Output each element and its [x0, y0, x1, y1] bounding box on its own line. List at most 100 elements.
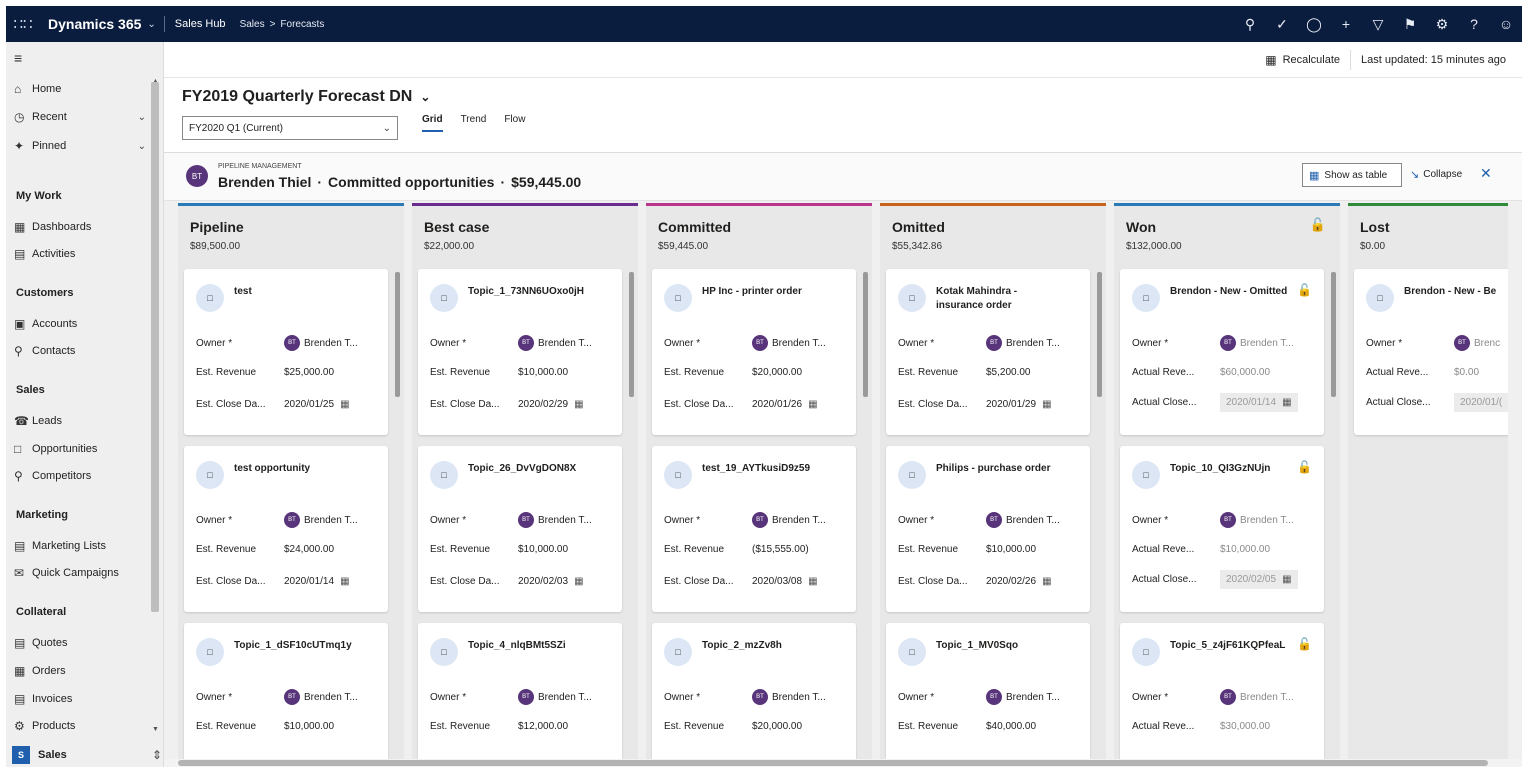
owner-lookup[interactable]: BT Brenden T... [752, 335, 826, 351]
chevron-down-icon[interactable]: ⌄ [138, 141, 146, 152]
owner-lookup[interactable]: BT Brenden T... [752, 512, 826, 528]
nav-item-recent[interactable]: ◷ Recent ⌄ [14, 110, 146, 124]
owner-lookup[interactable]: BT Brenden T... [1220, 512, 1294, 528]
owner-lookup[interactable]: BT Brenden T... [1220, 335, 1294, 351]
opportunity-card[interactable]: □ Topic_26_DvVgDON8X Owner * BT Brenden T...… [418, 446, 622, 612]
opportunity-card[interactable]: □ Topic_1_73NN6UOxo0jH Owner * BT Brenden T.… [418, 269, 622, 435]
card-title[interactable]: Philips - purchase order [936, 462, 1056, 476]
hamburger-menu-icon[interactable]: ≡ [14, 50, 22, 66]
revenue-field[interactable]: ($15,555.00) [752, 544, 809, 555]
card-title[interactable]: Topic_26_DvVgDON8X [468, 462, 588, 476]
opportunity-card[interactable]: □ Brendon - New - Omitted 🔓 Owner * BT Brende… [1120, 269, 1324, 435]
owner-lookup[interactable]: BT Brenden T... [284, 512, 358, 528]
tab-grid[interactable]: Grid [422, 114, 443, 132]
close-date-field[interactable]: 2020/03/08 ▦ [752, 576, 818, 587]
card-title[interactable]: test_19_AYTkusiD9z59 [702, 462, 822, 476]
calculator-icon[interactable]: ▦ [1265, 53, 1276, 67]
close-date-field[interactable]: 2020/02/29 ▦ [518, 399, 584, 410]
opportunity-card[interactable]: □ Topic_2_mzZv8h Owner * BT Brenden T... Est.… [652, 623, 856, 767]
card-title[interactable]: Topic_1_MV0Sqo [936, 639, 1056, 653]
revenue-field[interactable]: $20,000.00 [752, 721, 802, 732]
plus-icon[interactable]: + [1330, 16, 1362, 33]
calendar-icon[interactable]: ▦ [1042, 399, 1051, 410]
opportunity-card[interactable]: □ test opportunity Owner * BT Brenden T... Es… [184, 446, 388, 612]
revenue-field[interactable]: $5,200.00 [986, 367, 1031, 378]
nav-item-leads[interactable]: ☎ Leads [14, 414, 146, 428]
chevron-down-icon[interactable]: ⌄ [420, 90, 430, 104]
column-scrollbar[interactable] [629, 272, 634, 397]
opportunity-card[interactable]: □ HP Inc - printer order Owner * BT Brenden … [652, 269, 856, 435]
nav-item-activities[interactable]: ▤ Activities [14, 247, 146, 261]
nav-item-pinned[interactable]: ✦ Pinned ⌄ [14, 139, 146, 153]
calendar-icon[interactable]: ▦ [574, 576, 583, 587]
opportunity-card[interactable]: □ test Owner * BT Brenden T... Est. Revenue $2… [184, 269, 388, 435]
chevron-down-icon[interactable]: ⌄ [147, 19, 155, 30]
close-date-field[interactable]: 2020/02/03 ▦ [518, 576, 584, 587]
close-date-field[interactable]: 2020/01/14 ▦ [284, 576, 350, 587]
calendar-icon[interactable]: ▦ [808, 576, 817, 587]
nav-item-dashboards[interactable]: ▦ Dashboards [14, 220, 146, 234]
revenue-field[interactable]: $10,000.00 [986, 544, 1036, 555]
card-title[interactable]: Topic_2_mzZv8h [702, 639, 822, 653]
close-date-field[interactable]: 2020/01/26 ▦ [752, 399, 818, 410]
calendar-icon[interactable]: ▦ [574, 399, 583, 410]
horizontal-scrollbar[interactable] [164, 759, 1522, 767]
calendar-icon[interactable]: ▦ [340, 399, 349, 410]
nav-item-invoices[interactable]: ▤ Invoices [14, 692, 146, 706]
collapse-button[interactable]: ↘ Collapse [1410, 168, 1462, 181]
nav-item-competitors[interactable]: ⚲ Competitors [14, 469, 146, 483]
opportunity-card[interactable]: □ test_19_AYTkusiD9z59 Owner * BT Brenden T.… [652, 446, 856, 612]
nav-item-products[interactable]: ⚙ Products [14, 719, 146, 733]
revenue-field[interactable]: $24,000.00 [284, 544, 334, 555]
opportunity-card[interactable]: □ Topic_1_dSF10cUTmq1y Owner * BT Brenden T.… [184, 623, 388, 767]
calendar-icon[interactable]: ▦ [808, 399, 817, 410]
card-title[interactable]: Kotak Mahindra - insurance order [936, 285, 1056, 313]
lightbulb-icon[interactable]: ◯ [1298, 16, 1330, 33]
column-scrollbar[interactable] [863, 272, 868, 397]
nav-item-quotes[interactable]: ▤ Quotes [14, 636, 146, 650]
search-icon[interactable]: ⚲ [1234, 16, 1266, 33]
column-scrollbar[interactable] [395, 272, 400, 397]
close-icon[interactable]: ✕ [1480, 165, 1492, 182]
scroll-down-icon[interactable]: ▼ [152, 726, 159, 733]
revenue-field[interactable]: $12,000.00 [518, 721, 568, 732]
user-icon[interactable]: ☺ [1490, 16, 1522, 33]
nav-item-home[interactable]: ⌂ Home [14, 82, 146, 96]
card-title[interactable]: Topic_10_QI3GzNUjn [1170, 462, 1290, 476]
tab-flow[interactable]: Flow [504, 114, 525, 132]
column-scrollbar[interactable] [1331, 272, 1336, 397]
scrollbar-thumb[interactable] [178, 760, 1488, 766]
task-icon[interactable]: ✓ [1266, 16, 1298, 33]
card-title[interactable]: Brendon - New - Omitted [1170, 285, 1290, 299]
close-date-field[interactable]: 2020/01/25 ▦ [284, 399, 350, 410]
nav-item-contacts[interactable]: ⚲ Contacts [14, 344, 146, 358]
revenue-field[interactable]: $25,000.00 [284, 367, 334, 378]
owner-lookup[interactable]: BT Brenden T... [518, 512, 592, 528]
card-title[interactable]: Topic_4_nlqBMt5SZi [468, 639, 588, 653]
hub-name[interactable]: Sales Hub [175, 18, 226, 30]
card-title[interactable]: Topic_1_73NN6UOxo0jH [468, 285, 588, 299]
app-name[interactable]: Dynamics 365 [48, 16, 141, 32]
tab-trend[interactable]: Trend [461, 114, 487, 132]
nav-item-marketing-lists[interactable]: ▤ Marketing Lists [14, 539, 146, 553]
revenue-field[interactable]: $60,000.00 [1220, 367, 1270, 378]
recalculate-button[interactable]: Recalculate [1283, 54, 1340, 66]
card-title[interactable]: Topic_5_z4jF61KQPfeaL [1170, 639, 1290, 653]
help-icon[interactable]: ? [1458, 16, 1490, 33]
nav-item-opportunities[interactable]: □ Opportunities [14, 442, 146, 456]
opportunity-card[interactable]: □ Topic_1_MV0Sqo Owner * BT Brenden T... Est.… [886, 623, 1090, 767]
opportunity-card[interactable]: □ Topic_5_z4jF61KQPfeaL 🔓 Owner * BT Brenden … [1120, 623, 1324, 767]
chevron-down-icon[interactable]: ⌄ [138, 112, 146, 123]
revenue-field[interactable]: $10,000.00 [518, 544, 568, 555]
breadcrumb-item[interactable]: Sales [240, 19, 265, 30]
card-title[interactable]: Topic_1_dSF10cUTmq1y [234, 639, 354, 653]
owner-lookup[interactable]: BT Brenden T... [518, 689, 592, 705]
close-date-field[interactable]: 2020/02/26 ▦ [986, 576, 1052, 587]
forecast-title[interactable]: FY2019 Quarterly Forecast DN ⌄ [182, 88, 430, 106]
calendar-icon[interactable]: ▦ [1042, 576, 1051, 587]
card-title[interactable]: Brendon - New - Be [1404, 285, 1508, 299]
column-scrollbar[interactable] [1097, 272, 1102, 397]
owner-lookup[interactable]: BT Brenden T... [986, 512, 1060, 528]
owner-lookup[interactable]: BT Brenden T... [284, 689, 358, 705]
opportunity-card[interactable]: □ Philips - purchase order Owner * BT Brende… [886, 446, 1090, 612]
